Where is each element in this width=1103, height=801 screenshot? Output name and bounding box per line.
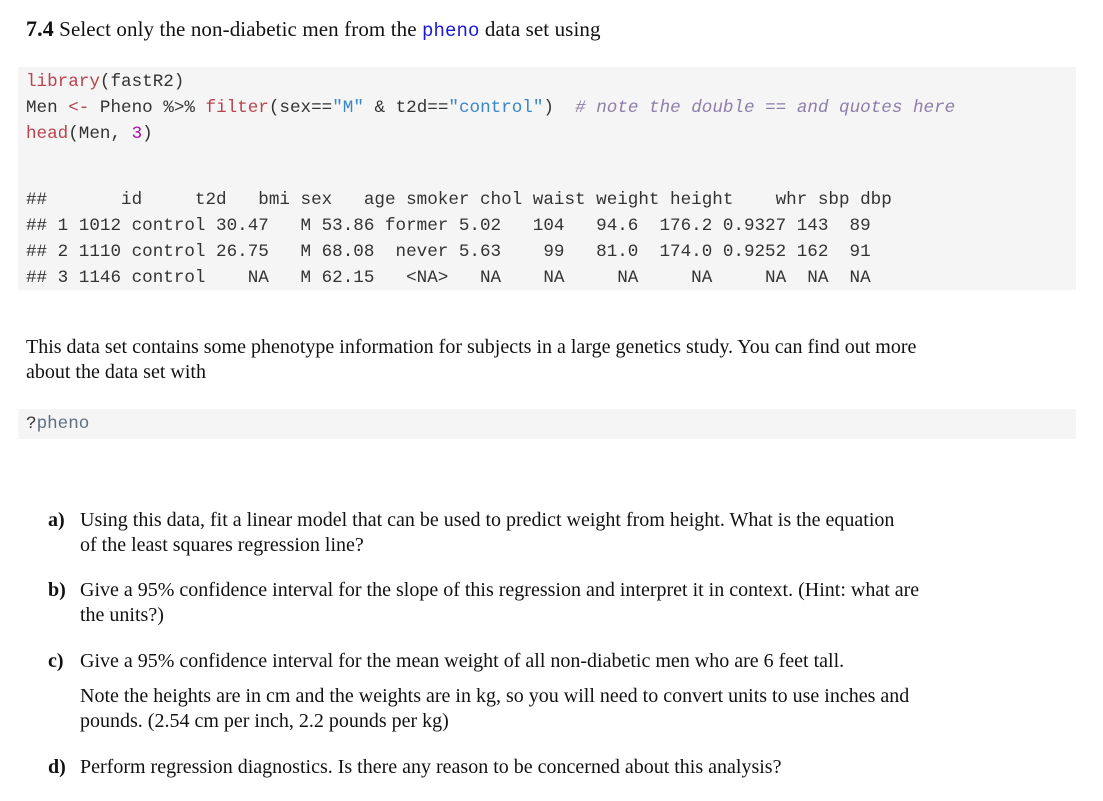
code-text: (Men, <box>68 124 132 144</box>
help-code-block: ?pheno <box>18 409 1076 439</box>
question-line: Give a 95% confidence interval for the m… <box>80 650 845 672</box>
code-function: filter <box>205 98 269 118</box>
code-line-head: head(Men, 3) <box>26 121 153 147</box>
question-line: Using this data, fit a linear model that… <box>80 509 895 531</box>
pipe-operator: %>% <box>163 98 195 118</box>
output-header: ## id t2d bmi sex age smoker chol waist … <box>26 190 892 210</box>
heading-text-before: Select only the non-diabetic men from th… <box>53 17 423 41</box>
code-line-filter: Men <- Pheno %>% filter(sex=="M" & t2d==… <box>26 95 955 121</box>
paragraph-line: about the data set with <box>26 361 206 383</box>
question-note: Note the heights are in cm and the weigh… <box>80 684 1073 734</box>
output-row: ## 2 1110 control 26.75 M 68.08 never 5.… <box>26 242 871 262</box>
exercise-heading: 7.4 Select only the non-diabetic men fro… <box>26 16 601 44</box>
assign-operator: <- <box>68 98 90 118</box>
code-text: ) <box>142 124 153 144</box>
r-code-block: library(fastR2) Men <- Pheno %>% filter(… <box>18 67 1076 290</box>
code-args: (fastR2) <box>99 72 185 92</box>
note-line: Note the heights are in cm and the weigh… <box>80 685 910 707</box>
help-topic: pheno <box>36 414 90 434</box>
code-text: Pheno <box>89 98 164 118</box>
note-line: pounds. (2.54 cm per inch, 2.2 pounds pe… <box>80 710 449 732</box>
code-number: 3 <box>131 124 143 144</box>
paragraph-line: This data set contains some phenotype in… <box>26 336 917 358</box>
question-line: of the least squares regression line? <box>80 534 364 556</box>
code-text: (sex== <box>268 98 333 118</box>
code-text: & t2d== <box>363 98 449 118</box>
question-line: Perform regression diagnostics. Is there… <box>80 756 782 778</box>
code-line-help: ?pheno <box>26 411 89 437</box>
code-string: "M" <box>332 98 364 118</box>
code-text: ) <box>543 98 576 118</box>
question-text: Using this data, fit a linear model that… <box>80 508 1073 558</box>
question-text: Give a 95% confidence interval for the m… <box>80 649 1073 734</box>
description-paragraph: This data set contains some phenotype in… <box>26 335 1076 385</box>
question-line: the units?) <box>80 604 164 626</box>
code-text: Men <box>26 98 69 118</box>
question-text: Perform regression diagnostics. Is there… <box>80 755 1073 780</box>
dataset-name-code: pheno <box>422 20 480 42</box>
code-line-library: library(fastR2) <box>26 69 184 95</box>
question-label: d) <box>48 756 66 778</box>
question-label: a) <box>48 509 65 531</box>
code-function: head <box>26 124 69 144</box>
output-row: ## 3 1146 control NA M 62.15 <NA> NA NA … <box>26 268 871 288</box>
code-string: "control" <box>448 98 544 118</box>
question-label: c) <box>48 650 64 672</box>
question-label: b) <box>48 579 66 601</box>
code-comment: # note the double == and quotes here <box>575 98 956 118</box>
question-line: Give a 95% confidence interval for the s… <box>80 579 920 601</box>
exercise-number: 7.4 <box>26 16 54 41</box>
heading-text-after: data set using <box>479 17 601 41</box>
output-row: ## 1 1012 control 30.47 M 53.86 former 5… <box>26 216 871 236</box>
code-function: library <box>26 72 100 92</box>
help-operator: ? <box>26 414 37 434</box>
question-text: Give a 95% confidence interval for the s… <box>80 578 1073 628</box>
